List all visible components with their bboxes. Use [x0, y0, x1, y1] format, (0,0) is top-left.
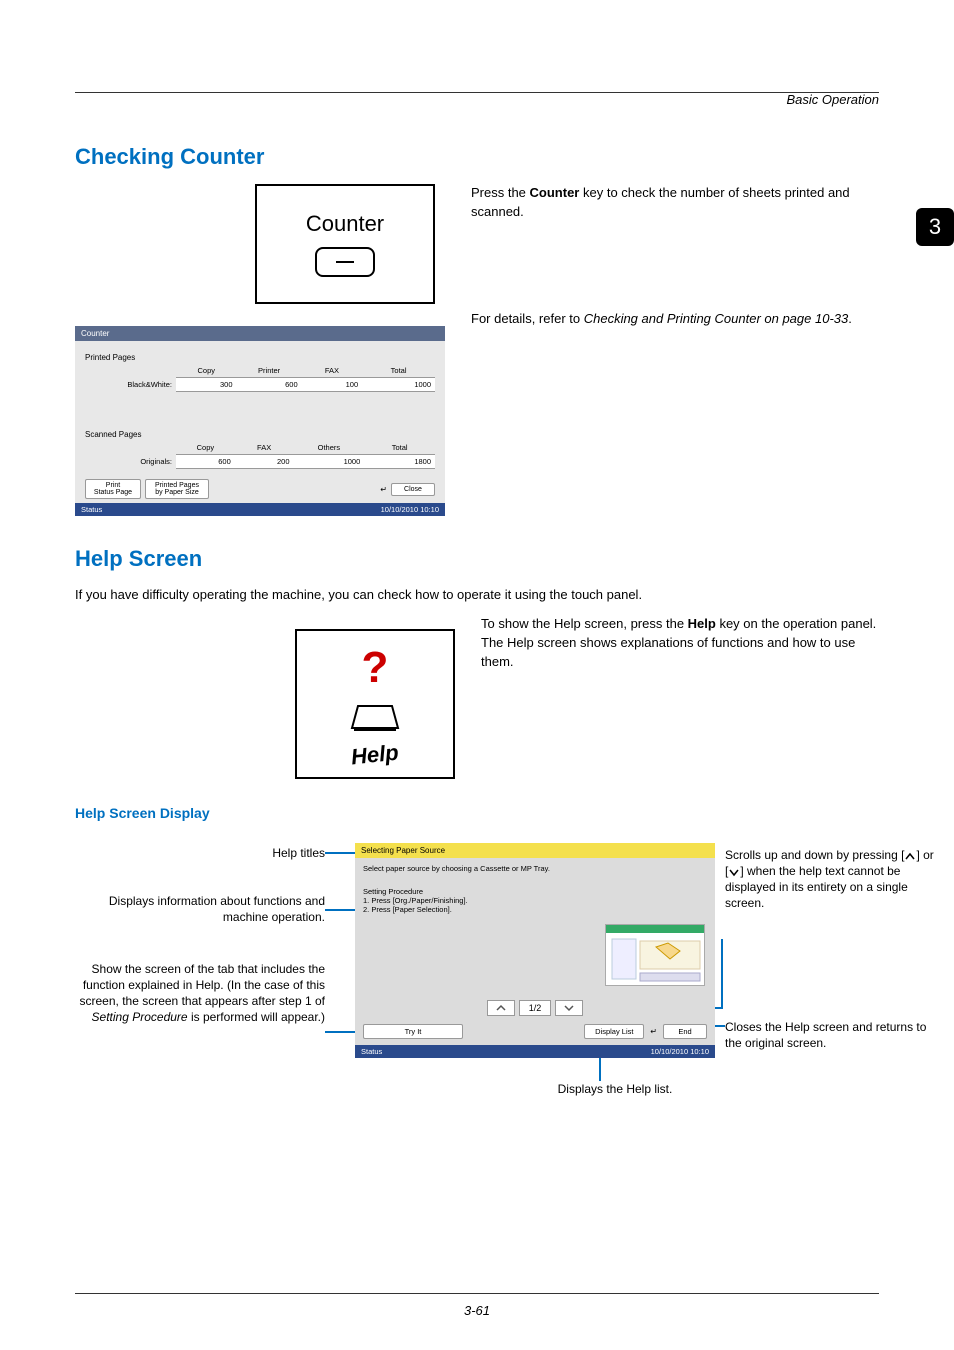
enter-icon: ↵	[650, 1027, 657, 1036]
callout-help-titles: Help titles	[75, 845, 325, 861]
help-screenshot: Selecting Paper Source Select paper sour…	[355, 843, 715, 1058]
question-mark-icon: ?	[362, 643, 389, 693]
chapter-tab: 3	[916, 208, 954, 246]
footer-rule	[75, 1293, 879, 1294]
enter-icon: ↵	[380, 485, 387, 494]
scanned-pages-label: Scanned Pages	[85, 430, 435, 439]
help-status-datetime: 10/10/2010 10:10	[651, 1047, 709, 1056]
printed-pages-label: Printed Pages	[85, 353, 435, 362]
counter-key-label: Counter	[306, 211, 384, 237]
page-down-button[interactable]	[555, 1000, 583, 1016]
page-up-button[interactable]	[487, 1000, 515, 1016]
help-panel-title: Selecting Paper Source	[355, 843, 715, 858]
try-it-button[interactable]: Try It	[363, 1024, 463, 1039]
help-panel-procedure: Setting Procedure 1. Press [Org./Paper/F…	[363, 887, 707, 914]
callout-display-list: Displays the Help list.	[515, 1081, 715, 1097]
help-status-label: Status	[361, 1047, 382, 1056]
counter-screenshot: Counter Printed Pages Copy Printer FAX T…	[75, 326, 445, 516]
callout-displays-info: Displays information about functions and…	[75, 893, 325, 925]
help-key-box: ? Help	[295, 629, 455, 779]
status-label: Status	[81, 505, 102, 514]
callout-tab: Show the screen of the tab that includes…	[75, 961, 325, 1026]
counter-para1: Press the Counter key to check the numbe…	[471, 184, 879, 222]
pager-label: 1/2	[519, 1000, 551, 1016]
checking-counter-title: Checking Counter	[75, 144, 879, 170]
help-thumbnail	[605, 924, 705, 986]
counter-panel-title: Counter	[75, 326, 445, 341]
print-status-page-button[interactable]: Print Status Page	[85, 479, 141, 499]
scanned-pages-table: Copy FAX Others Total Originals: 600 200…	[85, 441, 435, 469]
help-panel-text: Select paper source by choosing a Casset…	[363, 864, 707, 873]
counter-key-box: Counter	[255, 184, 435, 304]
help-intro: If you have difficulty operating the mac…	[75, 586, 879, 605]
running-head: Basic Operation	[787, 92, 880, 107]
close-button[interactable]: Close	[391, 483, 435, 496]
counter-key-icon	[315, 247, 375, 277]
end-button[interactable]: End	[663, 1024, 707, 1039]
help-key-label: Help	[350, 740, 400, 771]
display-list-button[interactable]: Display List	[584, 1024, 644, 1039]
header-rule	[75, 92, 879, 93]
printed-pages-by-size-button[interactable]: Printed Pages by Paper Size	[145, 479, 209, 499]
help-key-shape-icon	[350, 702, 400, 734]
page-number: 3-61	[0, 1303, 954, 1318]
callout-close: Closes the Help screen and returns to th…	[725, 1019, 935, 1051]
help-para: To show the Help screen, press the Help …	[481, 615, 879, 672]
printed-pages-table: Copy Printer FAX Total Black&White: 300 …	[85, 364, 435, 392]
help-screen-title: Help Screen	[75, 546, 879, 572]
callout-scroll: Scrolls up and down by pressing [] or []…	[725, 847, 935, 912]
help-screen-display-title: Help Screen Display	[75, 805, 879, 821]
counter-para2: For details, refer to Checking and Print…	[471, 310, 879, 329]
status-datetime: 10/10/2010 10:10	[381, 505, 439, 514]
